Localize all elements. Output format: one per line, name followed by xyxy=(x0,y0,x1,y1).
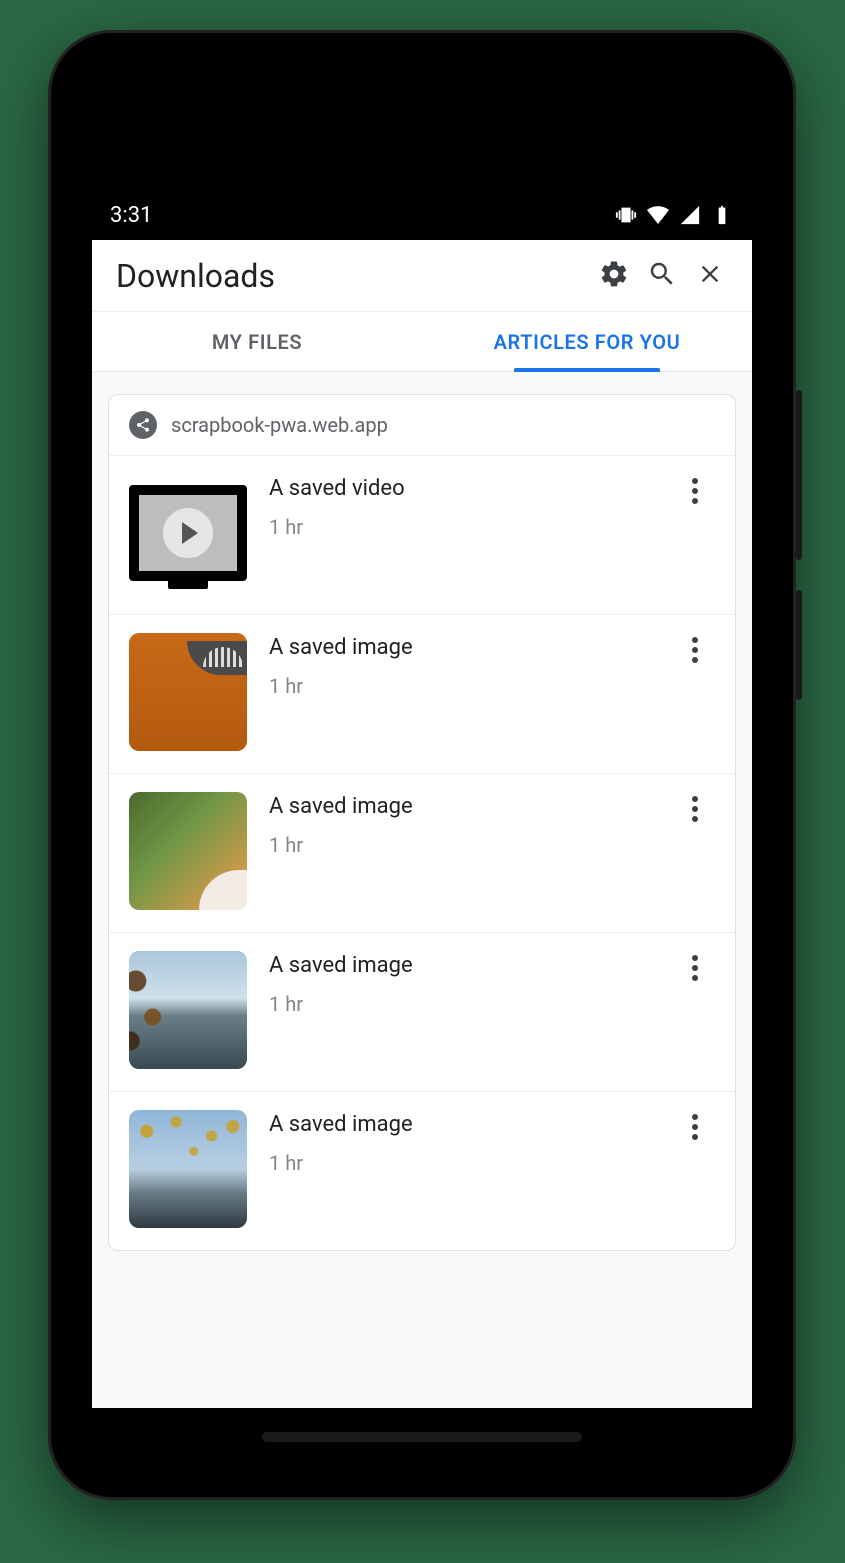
tab-label: ARTICLES FOR YOU xyxy=(494,330,681,354)
vibrate-icon xyxy=(614,203,638,227)
gear-icon xyxy=(599,259,629,293)
tab-my-files[interactable]: MY FILES xyxy=(92,312,422,371)
item-menu-button[interactable] xyxy=(675,951,715,981)
side-button xyxy=(796,590,802,700)
item-title: A saved image xyxy=(269,794,653,819)
status-time: 3:31 xyxy=(110,203,152,228)
thumbnail-video xyxy=(129,474,247,592)
item-title: A saved image xyxy=(269,635,653,660)
item-age: 1 hr xyxy=(269,1151,653,1175)
list-item[interactable]: A saved image 1 hr xyxy=(109,614,735,773)
thumbnail-image xyxy=(129,792,247,910)
battery-icon xyxy=(710,203,734,227)
item-body: A saved image 1 hr xyxy=(269,633,653,698)
more-icon xyxy=(692,637,698,663)
thumbnail-image xyxy=(129,951,247,1069)
app-header: Downloads xyxy=(92,240,752,312)
device-inner: 3:31 Downloads xyxy=(70,50,774,1478)
thumbnail-image xyxy=(129,633,247,751)
item-age: 1 hr xyxy=(269,833,653,857)
item-menu-button[interactable] xyxy=(675,1110,715,1140)
item-title: A saved image xyxy=(269,1112,653,1137)
cellular-icon xyxy=(678,203,702,227)
list-item[interactable]: A saved image 1 hr xyxy=(109,773,735,932)
wifi-icon xyxy=(646,203,670,227)
settings-button[interactable] xyxy=(590,252,638,300)
tabs: MY FILES ARTICLES FOR YOU xyxy=(92,312,752,372)
more-icon xyxy=(692,478,698,504)
more-icon xyxy=(692,1114,698,1140)
close-button[interactable] xyxy=(686,252,734,300)
source-header[interactable]: scrapbook-pwa.web.app xyxy=(109,395,735,455)
source-card: scrapbook-pwa.web.app A saved video 1 hr xyxy=(108,394,736,1251)
play-icon xyxy=(162,507,214,559)
more-icon xyxy=(692,955,698,981)
screen: 3:31 Downloads xyxy=(92,190,752,1408)
content-area[interactable]: scrapbook-pwa.web.app A saved video 1 hr xyxy=(92,372,752,1408)
item-title: A saved video xyxy=(269,476,653,501)
source-domain: scrapbook-pwa.web.app xyxy=(171,413,388,437)
share-icon xyxy=(129,411,157,439)
list-item[interactable]: A saved image 1 hr xyxy=(109,1091,735,1250)
page-title: Downloads xyxy=(116,257,590,295)
close-icon xyxy=(696,260,724,292)
item-age: 1 hr xyxy=(269,515,653,539)
item-body: A saved video 1 hr xyxy=(269,474,653,539)
item-age: 1 hr xyxy=(269,992,653,1016)
tab-articles-for-you[interactable]: ARTICLES FOR YOU xyxy=(422,312,752,371)
speaker-bottom xyxy=(262,1432,582,1442)
item-body: A saved image 1 hr xyxy=(269,951,653,1016)
item-body: A saved image 1 hr xyxy=(269,792,653,857)
search-button[interactable] xyxy=(638,252,686,300)
item-age: 1 hr xyxy=(269,674,653,698)
status-bar: 3:31 xyxy=(92,190,752,240)
tv-icon xyxy=(129,485,247,581)
item-menu-button[interactable] xyxy=(675,792,715,822)
status-icons xyxy=(614,203,734,227)
side-button xyxy=(796,390,802,560)
item-body: A saved image 1 hr xyxy=(269,1110,653,1175)
item-menu-button[interactable] xyxy=(675,474,715,504)
search-icon xyxy=(647,259,677,293)
list-item[interactable]: A saved video 1 hr xyxy=(109,455,735,614)
item-menu-button[interactable] xyxy=(675,633,715,663)
thumbnail-image xyxy=(129,1110,247,1228)
more-icon xyxy=(692,796,698,822)
tab-label: MY FILES xyxy=(212,330,302,354)
item-title: A saved image xyxy=(269,953,653,978)
list-item[interactable]: A saved image 1 hr xyxy=(109,932,735,1091)
device-frame: 3:31 Downloads xyxy=(48,30,796,1500)
